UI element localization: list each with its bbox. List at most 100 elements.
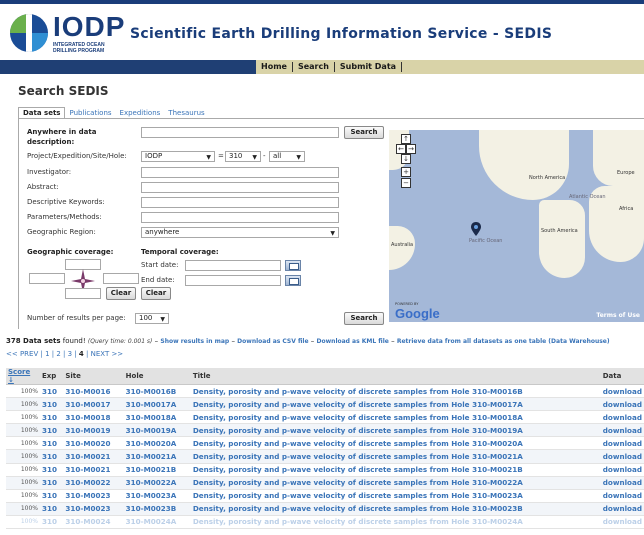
exp-link[interactable]: 310 — [40, 449, 64, 464]
start-date-input[interactable] — [185, 260, 281, 271]
site-link[interactable]: 310-M0020 — [63, 436, 124, 451]
investigator-input[interactable] — [141, 167, 339, 178]
south-bound-input[interactable] — [65, 288, 101, 299]
tab-data-sets[interactable]: Data sets — [18, 107, 66, 118]
results-map[interactable]: ↑ ← → ↓ + − North America Atlantic Ocean… — [389, 130, 644, 322]
hole-link[interactable]: 310-M0017A — [123, 397, 191, 412]
hole-link[interactable]: 310-M0021A — [123, 449, 191, 464]
exp-link[interactable]: 310 — [40, 436, 64, 451]
site-link[interactable]: 310-M0024 — [63, 515, 124, 530]
results-per-page-select[interactable]: 100 ▼ — [135, 313, 169, 324]
title-link[interactable]: Density, porosity and p-wave velocity of… — [190, 463, 601, 477]
hole-link[interactable]: 310-M0024A — [123, 515, 191, 530]
download-link[interactable]: download — [600, 476, 644, 490]
clear-geo-button[interactable]: Clear — [106, 287, 136, 300]
zoom-out-icon[interactable]: − — [401, 178, 411, 188]
title-link[interactable]: Density, porosity and p-wave velocity of… — [190, 384, 601, 399]
exp-link[interactable]: 310 — [40, 410, 64, 425]
tab-expeditions[interactable]: Expeditions — [116, 108, 165, 118]
nav-home[interactable]: Home — [256, 62, 293, 72]
site-link[interactable]: 310-M0018 — [63, 410, 124, 425]
column-hole[interactable]: Hole — [123, 368, 191, 385]
title-link[interactable]: Density, porosity and p-wave velocity of… — [190, 489, 601, 503]
title-link[interactable]: Density, porosity and p-wave velocity of… — [190, 436, 601, 451]
column-exp[interactable]: Exp — [40, 368, 64, 385]
exp-link[interactable]: 310 — [40, 463, 64, 477]
calendar-icon[interactable] — [285, 275, 301, 286]
expedition-select[interactable]: 310 ▼ — [225, 151, 261, 162]
exp-link[interactable]: 310 — [40, 397, 64, 412]
east-bound-input[interactable] — [103, 273, 139, 284]
column-site[interactable]: Site — [63, 368, 124, 385]
hole-select[interactable]: all ▼ — [269, 151, 305, 162]
page-link-2[interactable]: 2 — [56, 350, 60, 358]
show-in-map-link[interactable]: Show results in map — [160, 338, 229, 345]
exp-link[interactable]: 310 — [40, 515, 64, 530]
nav-search[interactable]: Search — [293, 62, 335, 72]
title-link[interactable]: Density, porosity and p-wave velocity of… — [190, 397, 601, 412]
page-link-3[interactable]: 3 — [68, 350, 72, 358]
exp-link[interactable]: 310 — [40, 476, 64, 490]
exp-link[interactable]: 310 — [40, 489, 64, 503]
terms-of-use-link[interactable]: Terms of Use — [596, 312, 640, 319]
pan-down-icon[interactable]: ↓ — [401, 154, 411, 164]
title-link[interactable]: Density, porosity and p-wave velocity of… — [190, 423, 601, 438]
tab-thesaurus[interactable]: Thesaurus — [164, 108, 208, 118]
title-link[interactable]: Density, porosity and p-wave velocity of… — [190, 476, 601, 490]
hole-link[interactable]: 310-M0023A — [123, 489, 191, 503]
hole-link[interactable]: 310-M0023B — [123, 502, 191, 516]
search-button-top[interactable]: Search — [344, 126, 384, 139]
download-csv-link[interactable]: Download as CSV file — [237, 338, 308, 345]
end-date-input[interactable] — [185, 275, 281, 286]
keywords-input[interactable] — [141, 197, 339, 208]
site-link[interactable]: 310-M0021 — [63, 463, 124, 477]
map-marker-icon[interactable] — [471, 222, 481, 236]
parameters-input[interactable] — [141, 212, 339, 223]
download-link[interactable]: download — [600, 384, 644, 399]
page-link-1[interactable]: 1 — [45, 350, 49, 358]
hole-link[interactable]: 310-M0018A — [123, 410, 191, 425]
hole-link[interactable]: 310-M0021B — [123, 463, 191, 477]
next-page-link[interactable]: NEXT >> — [91, 350, 124, 358]
column-data[interactable]: Data — [600, 368, 644, 385]
download-link[interactable]: download — [600, 515, 644, 530]
site-link[interactable]: 310-M0023 — [63, 502, 124, 516]
abstract-input[interactable] — [141, 182, 339, 193]
download-kml-link[interactable]: Download as KML file — [317, 338, 389, 345]
site-link[interactable]: 310-M0021 — [63, 449, 124, 464]
tab-publications[interactable]: Publications — [65, 108, 115, 118]
column-title[interactable]: Title — [190, 368, 601, 385]
west-bound-input[interactable] — [29, 273, 65, 284]
prev-page-link[interactable]: << PREV — [6, 350, 38, 358]
download-link[interactable]: download — [600, 397, 644, 412]
download-link[interactable]: download — [600, 410, 644, 425]
hole-link[interactable]: 310-M0020A — [123, 436, 191, 451]
exp-link[interactable]: 310 — [40, 384, 64, 399]
title-link[interactable]: Density, porosity and p-wave velocity of… — [190, 410, 601, 425]
site-link[interactable]: 310-M0016 — [63, 384, 124, 399]
title-link[interactable]: Density, porosity and p-wave velocity of… — [190, 515, 601, 530]
exp-link[interactable]: 310 — [40, 423, 64, 438]
pan-up-icon[interactable]: ↑ — [401, 134, 411, 144]
site-link[interactable]: 310-M0019 — [63, 423, 124, 438]
column-score[interactable]: Score ↓ — [6, 368, 40, 385]
hole-link[interactable]: 310-M0016B — [123, 384, 191, 399]
anywhere-input[interactable] — [141, 127, 339, 138]
google-logo[interactable]: Google — [395, 306, 440, 321]
calendar-icon[interactable] — [285, 260, 301, 271]
clear-date-button[interactable]: Clear — [141, 287, 171, 300]
nav-submit-data[interactable]: Submit Data — [335, 62, 403, 72]
title-link[interactable]: Density, porosity and p-wave velocity of… — [190, 502, 601, 516]
retrieve-data-link[interactable]: Retrieve data from all datasets as one t… — [397, 338, 610, 345]
iodp-logo[interactable]: IODP INTEGRATED OCEAN DRILLING PROGRAM — [10, 12, 124, 56]
site-link[interactable]: 310-M0022 — [63, 476, 124, 490]
download-link[interactable]: download — [600, 436, 644, 451]
region-select[interactable]: anywhere ▼ — [141, 227, 339, 238]
site-link[interactable]: 310-M0017 — [63, 397, 124, 412]
search-button-bottom[interactable]: Search — [344, 312, 384, 325]
title-link[interactable]: Density, porosity and p-wave velocity of… — [190, 449, 601, 464]
zoom-in-icon[interactable]: + — [401, 167, 411, 177]
site-link[interactable]: 310-M0023 — [63, 489, 124, 503]
exp-link[interactable]: 310 — [40, 502, 64, 516]
hole-link[interactable]: 310-M0022A — [123, 476, 191, 490]
